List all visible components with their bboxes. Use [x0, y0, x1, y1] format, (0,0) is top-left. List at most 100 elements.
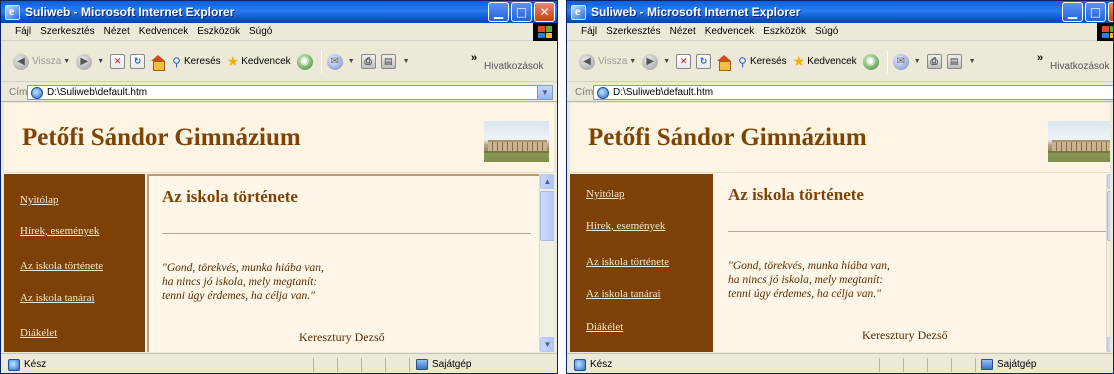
maximize-button[interactable]: □	[511, 2, 532, 22]
menu-help[interactable]: Súgó	[815, 26, 838, 37]
security-zone: Sajátgép	[981, 359, 1036, 370]
page-icon	[597, 86, 609, 99]
address-label: Cím	[575, 86, 594, 98]
menu-edit[interactable]: Szerkesztés	[40, 26, 94, 37]
media-icon[interactable]: ◉	[862, 53, 879, 70]
back-button[interactable]: ◀ Vissza ▼	[579, 53, 636, 70]
favorites-button[interactable]: ★ Kedvencek	[793, 53, 857, 70]
nav-link-history[interactable]: Az iskola története	[586, 256, 669, 268]
nav-link-teachers[interactable]: Az iskola tanárai	[586, 288, 661, 300]
refresh-icon[interactable]: ↻	[130, 54, 146, 69]
menu-view[interactable]: Nézet	[104, 26, 130, 37]
nav-link-teachers[interactable]: Az iskola tanárai	[20, 292, 95, 304]
site-title: Petőfi Sándor Gimnázium	[588, 124, 867, 151]
minimize-button[interactable]: ▁	[1062, 2, 1083, 22]
address-dropdown-icon[interactable]: ▼	[537, 86, 552, 99]
title-bar[interactable]: Suliweb - Microsoft Internet Explorer ▁ …	[567, 1, 1113, 23]
scroll-thumb[interactable]	[1107, 191, 1110, 241]
status-page-icon	[574, 358, 586, 371]
menu-help[interactable]: Súgó	[249, 26, 272, 37]
mail-icon: ✉	[892, 53, 909, 70]
computer-icon	[981, 359, 993, 370]
nav-link-home[interactable]: Nyitólap	[586, 188, 625, 200]
scroll-thumb[interactable]	[540, 191, 554, 241]
print-icon[interactable]: ⎙	[360, 54, 376, 69]
page-icon	[31, 86, 43, 99]
content-frame: Az iskola története "Gond, törekvés, mun…	[715, 174, 1110, 352]
status-bar: Kész Sajátgép	[1, 353, 557, 373]
nav-link-history[interactable]: Az iskola története	[20, 260, 103, 272]
nav-link-news[interactable]: Hírek, események	[586, 220, 665, 232]
toolbar-more-chevron[interactable]: »	[1037, 52, 1043, 64]
toolbar-more-chevron[interactable]: »	[471, 52, 477, 64]
divider	[162, 233, 531, 234]
page-heading: Az iskola története	[728, 185, 864, 204]
edit-button[interactable]: ▤ ▼	[380, 54, 410, 69]
links-button[interactable]: Hivatkozások	[1050, 61, 1109, 72]
links-button[interactable]: Hivatkozások	[484, 61, 543, 72]
menu-file[interactable]: Fájl	[15, 26, 31, 37]
menu-favorites[interactable]: Kedvencek	[705, 26, 754, 37]
home-icon[interactable]	[716, 54, 732, 71]
search-button[interactable]: ⚲ Keresés	[172, 55, 220, 69]
refresh-icon[interactable]: ↻	[696, 54, 712, 69]
menu-file[interactable]: Fájl	[581, 26, 597, 37]
print-icon[interactable]: ⎙	[926, 54, 942, 69]
menu-edit[interactable]: Szerkesztés	[606, 26, 660, 37]
scroll-down-icon[interactable]: ▼	[1107, 337, 1110, 352]
address-value: D:\Suliweb\default.htm	[613, 87, 714, 98]
menu-tools[interactable]: Eszközök	[197, 26, 240, 37]
close-button[interactable]: ✕	[1108, 2, 1113, 22]
menu-view[interactable]: Nézet	[670, 26, 696, 37]
scroll-up-icon[interactable]: ▲	[1107, 174, 1110, 189]
nav-link-news[interactable]: Hírek, események	[20, 225, 99, 237]
window-controls: ▁ □ ✕	[488, 2, 555, 22]
mail-button[interactable]: ✉ ▼	[326, 53, 355, 70]
back-button[interactable]: ◀ Vissza ▼	[13, 53, 70, 70]
home-icon[interactable]	[150, 54, 166, 71]
favorites-button[interactable]: ★ Kedvencek	[227, 53, 291, 70]
minimize-button[interactable]: ▁	[488, 2, 509, 22]
stop-icon[interactable]: ✕	[676, 54, 692, 69]
search-button[interactable]: ⚲ Keresés	[738, 55, 786, 69]
vertical-scrollbar[interactable]: ▲ ▼	[539, 174, 554, 352]
title-bar[interactable]: Suliweb - Microsoft Internet Explorer ▁ …	[1, 1, 557, 23]
nav-link-home[interactable]: Nyitólap	[20, 194, 59, 206]
nav-link-student-life[interactable]: Diákélet	[586, 321, 623, 333]
back-arrow-icon: ◀	[579, 53, 595, 70]
forward-arrow-icon: ▶	[76, 53, 93, 70]
maximize-button[interactable]: □	[1085, 2, 1106, 22]
poem-line: ha nincs jó iskola, mely megtanít:	[162, 276, 318, 288]
poem-author: Keresztury Dezső	[299, 330, 385, 344]
forward-button[interactable]: ▶ ▼	[642, 53, 670, 70]
zone-label: Sajátgép	[432, 359, 472, 370]
standard-toolbar: ◀ Vissza ▼ ▶ ▼ ✕ ↻ ⚲ Keresés ★ Kedvencek ◉ ✉ ▼…	[567, 42, 1113, 82]
edit-button[interactable]: ▤ ▼	[946, 54, 976, 69]
status-text: Kész	[590, 359, 613, 370]
address-input[interactable]: D:\Suliweb\default.htm ▼	[593, 85, 1113, 100]
address-input[interactable]: D:\Suliweb\default.htm ▼	[27, 85, 553, 100]
zone-label: Sajátgép	[997, 359, 1037, 370]
nav-sidebar: Nyitólap Hírek, események Az iskola tört…	[4, 174, 145, 352]
mail-button[interactable]: ✉ ▼	[892, 53, 921, 70]
content-frame: Az iskola története "Gond, törekvés, mun…	[147, 174, 539, 352]
status-bar: Kész Sajátgép	[567, 353, 1113, 373]
menu-tools[interactable]: Eszközök	[763, 26, 806, 37]
ie-window-left: Suliweb - Microsoft Internet Explorer ▁ …	[0, 0, 558, 374]
search-icon: ⚲	[738, 54, 747, 69]
stop-icon[interactable]: ✕	[110, 54, 126, 69]
site-title: Petőfi Sándor Gimnázium	[22, 124, 301, 151]
ie-app-icon	[571, 4, 586, 20]
menu-favorites[interactable]: Kedvencek	[139, 26, 188, 37]
scroll-down-icon[interactable]: ▼	[540, 337, 554, 352]
nav-link-student-life[interactable]: Diákélet	[20, 327, 57, 339]
close-button[interactable]: ✕	[534, 2, 555, 22]
ie-app-icon	[5, 4, 20, 20]
computer-icon	[416, 359, 428, 370]
address-bar: Cím D:\Suliweb\default.htm ▼	[567, 83, 1113, 102]
media-icon[interactable]: ◉	[296, 53, 313, 70]
forward-button[interactable]: ▶ ▼	[76, 53, 104, 70]
scroll-up-icon[interactable]: ▲	[540, 174, 554, 189]
poem-line: "Gond, törekvés, munka hiába van,	[162, 262, 324, 274]
vertical-scrollbar[interactable]: ▲ ▼	[1106, 174, 1110, 352]
